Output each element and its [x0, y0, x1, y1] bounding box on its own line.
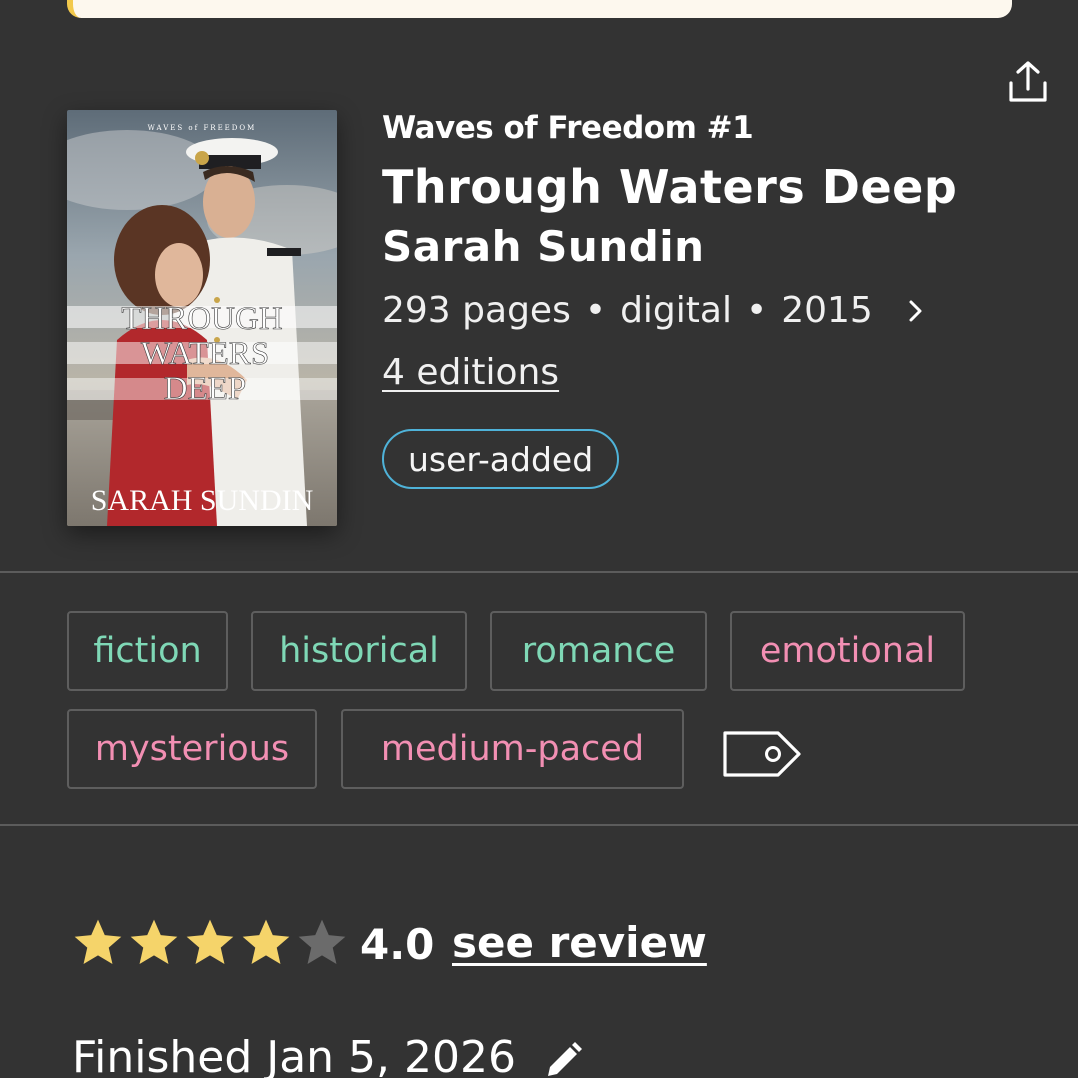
cover-series-text: WAVES of FREEDOM — [148, 124, 257, 132]
star-icon — [74, 919, 122, 964]
see-review-link[interactable]: see review — [452, 918, 707, 967]
star-icon — [186, 919, 234, 964]
user-added-badge: user-added — [382, 429, 620, 489]
star-icon — [242, 919, 290, 964]
meta-separator: • — [745, 290, 768, 331]
divider — [0, 571, 1078, 573]
book-title: Through Waters Deep — [382, 160, 958, 214]
series-label[interactable]: Waves of Freedom #1 — [382, 110, 754, 146]
chevron-right-icon — [909, 300, 922, 321]
book-detail-page: WAVES of FREEDOM THROUGH WATERS DEEP SAR… — [0, 0, 1078, 1078]
star-empty-icon — [298, 919, 346, 964]
editions-link[interactable]: 4 editions — [382, 352, 559, 393]
divider — [0, 824, 1078, 826]
tag-fiction[interactable]: fiction — [67, 611, 228, 691]
finished-date: Finished Jan 5, 2026 — [72, 1032, 516, 1078]
book-author[interactable]: Sarah Sundin — [382, 222, 705, 271]
book-cover-art: WAVES of FREEDOM THROUGH WATERS DEEP SAR… — [67, 110, 337, 526]
book-meta-row[interactable]: 293 pages • digital • 2015 — [382, 290, 927, 331]
page-count: 293 pages — [382, 290, 571, 331]
meta-separator: • — [584, 290, 607, 331]
tag-romance[interactable]: romance — [490, 611, 707, 691]
tag-emotional[interactable]: emotional — [730, 611, 965, 691]
share-icon — [1009, 61, 1047, 102]
publication-year: 2015 — [781, 290, 873, 331]
tag-icon[interactable] — [720, 728, 804, 780]
share-button[interactable] — [1004, 58, 1052, 106]
tag-mysterious[interactable]: mysterious — [67, 709, 317, 789]
star-icon — [130, 919, 178, 964]
book-cover[interactable]: WAVES of FREEDOM THROUGH WATERS DEEP SAR… — [67, 110, 337, 526]
tag-medium-paced[interactable]: medium-paced — [341, 709, 684, 789]
rating-value: 4.0 — [360, 920, 435, 969]
cover-author-text: SARAH SUNDIN — [91, 484, 314, 517]
star-rating[interactable] — [70, 915, 350, 971]
book-format: digital — [620, 290, 732, 331]
cover-title-line-3: DEEP — [164, 371, 247, 407]
tag-historical[interactable]: historical — [251, 611, 467, 691]
top-banner — [67, 0, 1012, 18]
pencil-icon[interactable] — [540, 1038, 586, 1078]
cover-title-line-2: WATERS — [141, 336, 269, 372]
cover-title-line-1: THROUGH — [121, 301, 282, 337]
